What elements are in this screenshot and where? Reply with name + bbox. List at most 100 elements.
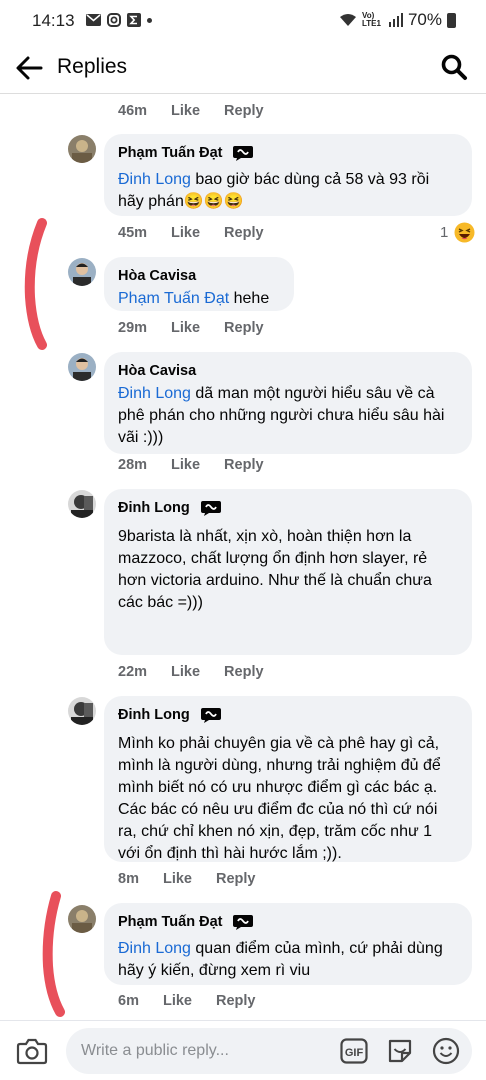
like-button[interactable]: Like <box>171 320 200 336</box>
like-button[interactable]: Like <box>163 871 192 887</box>
comment-author[interactable]: Đinh Long <box>118 707 190 723</box>
avatar[interactable] <box>68 135 96 163</box>
network-label: Vo) LTE1 <box>361 11 381 28</box>
mail-icon <box>86 14 101 26</box>
comment-meta: 29m Like Reply <box>118 320 264 336</box>
mention-link[interactable]: Đinh Long <box>118 171 191 188</box>
comment-bubble[interactable]: Đinh Long Mình ko phải chuyên gia về cà … <box>104 696 472 862</box>
instagram-icon <box>107 13 121 27</box>
wifi-icon <box>339 14 356 26</box>
comment-meta: 28m Like Reply <box>118 457 264 473</box>
comment-bubble[interactable]: Phạm Tuấn Đạt Đinh Long bao giờ bác dùng… <box>104 134 472 216</box>
comment-text-line: 9barista là nhất, xịn xò, hoàn thiện hơn… <box>118 528 412 545</box>
comment-text: Đinh Long bao giờ bác dùng cả 58 và 93 r… <box>118 169 458 213</box>
more-notifications-dot <box>147 17 152 23</box>
comment-time: 8m <box>118 871 139 887</box>
comment-text-line: phê phán cho những người chưa hiểu sâu h… <box>118 407 445 424</box>
comment-meta: 22m Like Reply <box>118 664 264 680</box>
camera-icon[interactable] <box>16 1036 48 1066</box>
comment-text-line: các bác =))) <box>118 594 203 611</box>
comment-bubble[interactable]: Hòa Cavisa Phạm Tuấn Đạt hehe <box>104 257 294 311</box>
comment-bubble[interactable]: Phạm Tuấn Đạt Đinh Long quan điểm của mì… <box>104 903 472 985</box>
mention-link[interactable]: Phạm Tuấn Đạt <box>118 290 229 307</box>
comment-author[interactable]: Phạm Tuấn Đạt <box>118 145 222 161</box>
sigma-app-icon <box>127 13 141 27</box>
notification-icons <box>86 13 152 27</box>
like-button[interactable]: Like <box>171 103 200 119</box>
comment-text-line: Các bác có nêu ưu điểm đc của nó thì cứ … <box>118 801 438 818</box>
red-annotation-mark <box>24 218 47 350</box>
search-icon[interactable] <box>440 53 468 81</box>
comment-text-line: mazzoco, chất lượng ổn định hơn slayer, … <box>118 550 428 567</box>
reply-button[interactable]: Reply <box>224 225 264 241</box>
back-arrow-icon[interactable] <box>14 54 44 82</box>
haha-reaction-icon <box>454 222 475 243</box>
reply-button[interactable]: Reply <box>224 103 264 119</box>
comment-text-line: ra, chứ chỉ khen nó xịn, đẹp, trăm cốc n… <box>118 823 433 840</box>
comment-author-row: Phạm Tuấn Đạt <box>118 912 458 932</box>
page-title: Replies <box>57 55 128 78</box>
comment-text-line: quan điểm của mình, cứ phải dùng <box>190 940 443 957</box>
top-fan-badge-icon <box>200 501 221 516</box>
comment-text-line: bao giờ bác dùng cả 58 và 93 rồi <box>190 171 430 188</box>
replies-list[interactable]: 46m Like Reply Phạm Tuấn Đạt Đinh Long b… <box>0 95 486 1020</box>
comment-text: 9barista là nhất, xịn xò, hoàn thiện hơn… <box>118 526 458 614</box>
comment-author-row: Hòa Cavisa <box>118 266 280 286</box>
comment-author-row: Hòa Cavisa <box>118 361 458 381</box>
avatar[interactable] <box>68 258 96 286</box>
reply-placeholder: Write a public reply... <box>81 1042 229 1059</box>
like-button[interactable]: Like <box>171 225 200 241</box>
like-button[interactable]: Like <box>171 457 200 473</box>
comment-time: 46m <box>118 103 148 119</box>
reply-button[interactable]: Reply <box>224 457 264 473</box>
comment-meta: 46m Like Reply <box>118 103 264 119</box>
comment-bubble[interactable]: Đinh Long 9barista là nhất, xịn xò, hoàn… <box>104 489 472 655</box>
like-button[interactable]: Like <box>171 664 200 680</box>
avatar[interactable] <box>68 905 96 933</box>
mention-link[interactable]: Đinh Long <box>118 940 191 957</box>
like-button[interactable]: Like <box>163 993 192 1009</box>
avatar[interactable] <box>68 353 96 381</box>
signal-icon <box>388 13 403 27</box>
svg-text:GIF: GIF <box>345 1047 364 1059</box>
comment-text-line: với ổn định thì hài hước lắm ;)). <box>118 845 342 862</box>
reply-input[interactable]: Write a public reply... GIF <box>66 1028 472 1074</box>
comment-author[interactable]: Hòa Cavisa <box>118 268 196 284</box>
sticker-icon[interactable] <box>386 1037 414 1065</box>
comment-time: 29m <box>118 320 148 336</box>
comment-bubble[interactable]: Hòa Cavisa Đinh Long dã man một người hi… <box>104 352 472 454</box>
comment-text: Phạm Tuấn Đạt hehe <box>118 288 280 310</box>
mention-link[interactable]: Đinh Long <box>118 385 191 402</box>
comment-author[interactable]: Hòa Cavisa <box>118 363 196 379</box>
avatar[interactable] <box>68 490 96 518</box>
reply-button[interactable]: Reply <box>224 664 264 680</box>
top-fan-badge-icon <box>233 146 254 161</box>
battery-text: 70% <box>407 10 442 29</box>
comment-text-line: vãi :))) <box>118 429 164 446</box>
status-right: Vo) LTE1 70% <box>339 10 456 30</box>
avatar[interactable] <box>68 697 96 725</box>
comment-text-line: hãy ý kiến, đừng xem rì viu <box>118 962 311 979</box>
reply-button[interactable]: Reply <box>216 993 256 1009</box>
emoji-icon[interactable] <box>432 1037 460 1065</box>
comment-time: 45m <box>118 225 148 241</box>
comment-text: Đinh Long dã man một người hiểu sâu về c… <box>118 383 458 449</box>
comment-author-row: Đinh Long <box>118 498 458 518</box>
comment-author[interactable]: Đinh Long <box>118 500 190 516</box>
reaction-count: 1 <box>440 224 449 241</box>
status-bar: 14:13 Vo) LTE1 70% <box>0 0 486 42</box>
reaction-summary[interactable]: 1 <box>440 222 475 243</box>
comment-text-line: hơn victoria arduino. Như thế là chuẩn c… <box>118 572 432 589</box>
comment-author-row: Phạm Tuấn Đạt <box>118 143 458 163</box>
reply-button[interactable]: Reply <box>224 320 264 336</box>
comment-text-line: dã man một người hiểu sâu về cà <box>190 385 435 402</box>
red-annotation-mark <box>42 891 65 1017</box>
reply-button[interactable]: Reply <box>216 871 256 887</box>
comment-author[interactable]: Phạm Tuấn Đạt <box>118 914 222 930</box>
comment-time: 28m <box>118 457 148 473</box>
comment-text-line: mình là người dùng, nhưng trải nghiệm đủ… <box>118 757 441 774</box>
comment-author-row: Đinh Long <box>118 705 458 725</box>
app-bar: Replies <box>0 42 486 94</box>
gif-icon[interactable]: GIF <box>340 1038 368 1064</box>
comment-text-line: Mình ko phải chuyên gia về cà phê hay gì… <box>118 735 440 752</box>
